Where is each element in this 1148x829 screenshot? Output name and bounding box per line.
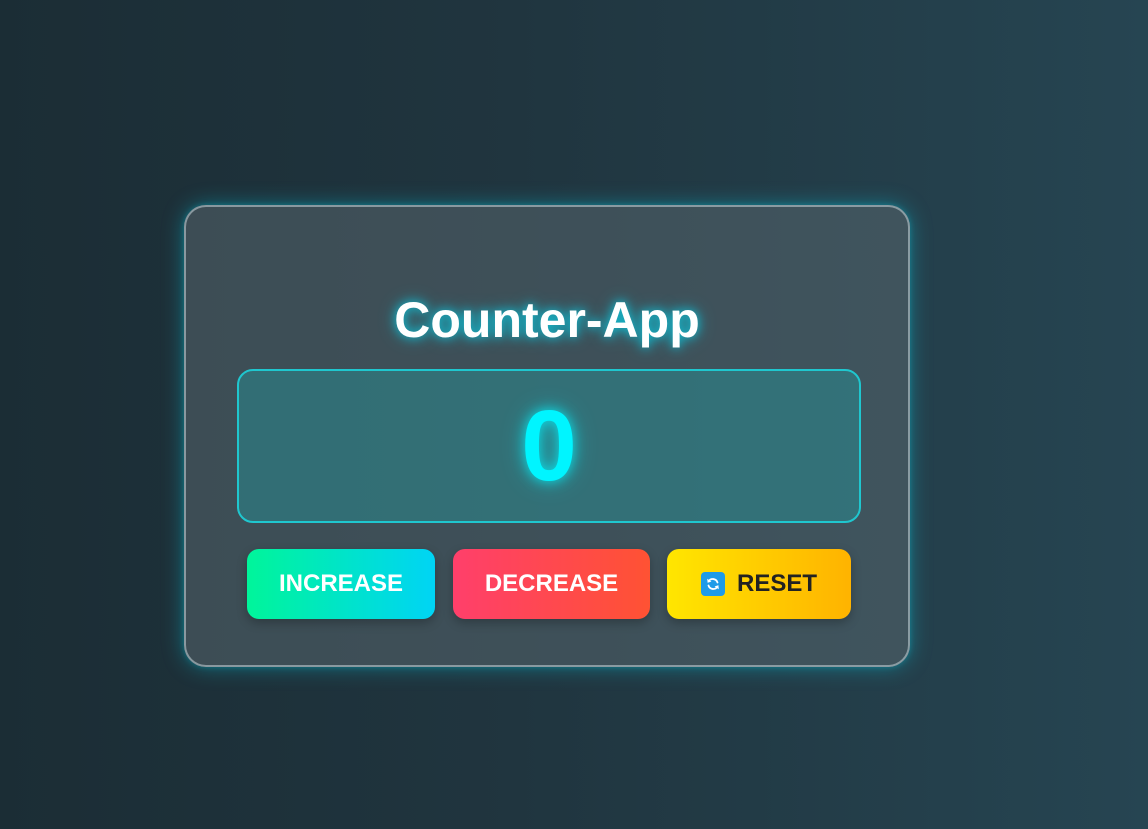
counter-display: 0 [237, 369, 861, 523]
decrease-button-label: DECREASE [484, 570, 619, 597]
reset-button-label: RESET [736, 570, 817, 597]
decrease-button[interactable]: DECREASE [453, 549, 650, 619]
refresh-icon [700, 572, 725, 596]
app-title: Counter-App [394, 292, 700, 348]
counter-value: 0 [521, 390, 577, 502]
increase-button[interactable]: INCREASE [247, 549, 435, 619]
reset-button[interactable]: RESET [667, 549, 851, 619]
counter-card: Counter-App 0 INCREASE DECREASE RESET [184, 205, 910, 667]
increase-button-label: INCREASE [278, 570, 404, 597]
